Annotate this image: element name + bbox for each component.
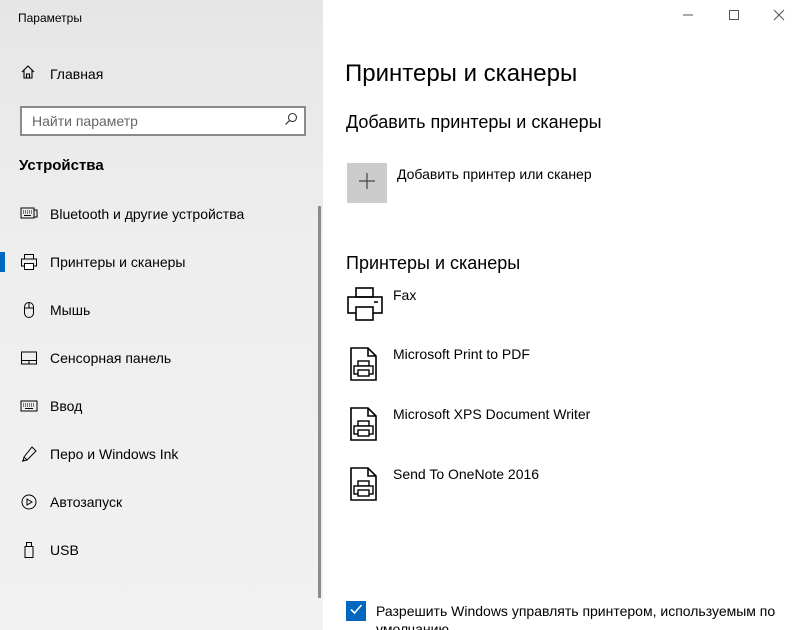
sidebar-item-printers[interactable]: Принтеры и сканеры — [0, 242, 318, 282]
plus-icon — [358, 172, 376, 195]
bluetooth-devices-icon — [19, 204, 39, 224]
sidebar-item-label: Мышь — [50, 302, 91, 318]
printer-icon — [19, 252, 39, 272]
printer-item-pdf[interactable]: Microsoft Print to PDF — [346, 346, 786, 386]
maximize-icon — [728, 8, 740, 26]
sidebar-item-pen[interactable]: Перо и Windows Ink — [0, 434, 318, 474]
touchpad-icon — [19, 348, 39, 368]
printer-name: Microsoft XPS Document Writer — [393, 406, 591, 422]
printer-name: Fax — [393, 287, 417, 303]
close-button[interactable] — [769, 8, 789, 26]
sidebar-item-label: Bluetooth и другие устройства — [50, 206, 245, 222]
sidebar-item-usb[interactable]: USB — [0, 530, 318, 570]
sidebar-item-autoplay[interactable]: Автозапуск — [0, 482, 318, 522]
default-printer-checkbox[interactable] — [346, 601, 366, 621]
search-icon[interactable] — [284, 112, 298, 131]
maximize-button[interactable] — [724, 8, 744, 26]
sidebar-item-label: Автозапуск — [50, 494, 123, 510]
sidebar-item-bluetooth[interactable]: Bluetooth и другие устройства — [0, 194, 318, 234]
minimize-button[interactable] — [678, 8, 698, 26]
mouse-icon — [19, 300, 39, 320]
app-title: Параметры — [18, 11, 82, 25]
sidebar-item-label: Сенсорная панель — [50, 350, 172, 366]
search-input[interactable]: Найти параметр — [20, 106, 306, 136]
printer-item-onenote[interactable]: Send To OneNote 2016 — [346, 466, 786, 506]
document-printer-icon — [346, 346, 384, 384]
home-label: Главная — [50, 66, 104, 82]
printer-name: Send To OneNote 2016 — [393, 466, 540, 482]
printer-item-fax[interactable]: Fax — [346, 287, 786, 327]
home-icon — [20, 64, 36, 85]
sidebar-item-label: Ввод — [50, 398, 83, 414]
usb-icon — [19, 540, 39, 560]
home-link[interactable]: Главная — [20, 64, 103, 84]
search-placeholder: Найти параметр — [32, 113, 138, 129]
sidebar-item-label: Перо и Windows Ink — [50, 446, 179, 462]
section-title: Устройства — [19, 157, 104, 174]
add-printer-button[interactable] — [347, 163, 387, 203]
printer-item-xps[interactable]: Microsoft XPS Document Writer — [346, 406, 786, 446]
document-printer-icon — [346, 406, 384, 444]
minimize-icon — [682, 8, 694, 26]
add-section-title: Добавить принтеры и сканеры — [346, 112, 602, 132]
close-icon — [773, 8, 785, 26]
sidebar-item-typing[interactable]: Ввод — [0, 386, 318, 426]
sidebar-item-touchpad[interactable]: Сенсорная панель — [0, 338, 318, 378]
sidebar-item-label: Принтеры и сканеры — [50, 254, 186, 270]
pen-icon — [19, 444, 39, 464]
printers-list-title: Принтеры и сканеры — [346, 253, 521, 273]
document-printer-icon — [346, 466, 384, 504]
fax-printer-icon — [346, 287, 384, 325]
autoplay-icon — [19, 492, 39, 512]
default-printer-checkbox-label[interactable]: Разрешить Windows управлять принтером, и… — [376, 602, 791, 630]
checkmark-icon — [349, 602, 363, 621]
page-title: Принтеры и сканеры — [345, 60, 578, 87]
add-printer-label[interactable]: Добавить принтер или сканер — [397, 166, 592, 182]
sidebar-scrollbar[interactable] — [318, 206, 321, 598]
sidebar-item-label: USB — [50, 542, 79, 558]
printer-name: Microsoft Print to PDF — [393, 346, 530, 362]
keyboard-icon — [19, 396, 39, 416]
sidebar-item-mouse[interactable]: Мышь — [0, 290, 318, 330]
sidebar: Параметры Главная Найти параметр Устройс… — [0, 0, 323, 630]
